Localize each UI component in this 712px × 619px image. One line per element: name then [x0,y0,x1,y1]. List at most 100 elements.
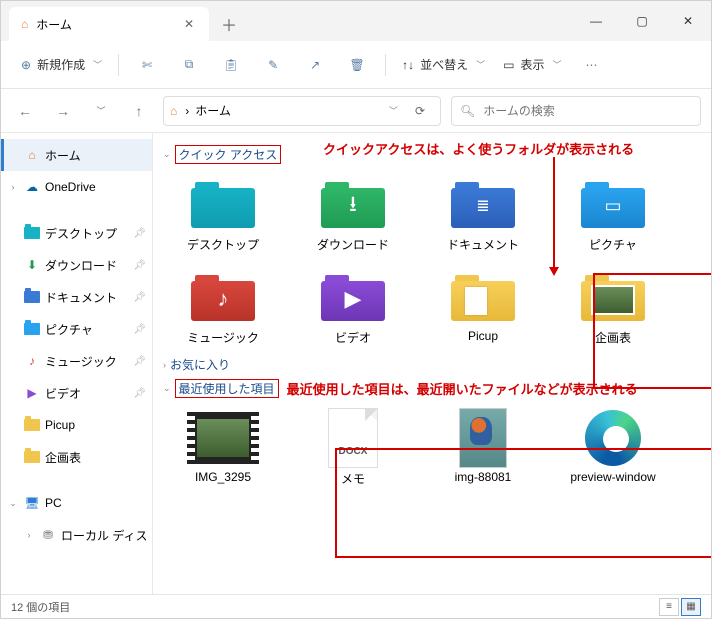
folder-icon [23,320,41,338]
sidebar-item-home[interactable]: ⌂ ホーム [1,139,152,171]
sidebar-item-desktop[interactable]: デスクトップ 📌︎ [1,217,152,249]
sidebar-item-label: Picup [45,418,146,432]
chevron-down-icon: ⌄ [163,383,171,394]
more-button[interactable]: ⋯ [574,49,610,81]
sidebar-item-label: ピクチャ [45,321,129,338]
sidebar-item-pc[interactable]: ⌄ 🖥︎ PC [1,487,152,519]
search-icon: 🔍︎ [460,104,475,118]
section-title: 最近使用した項目 [175,379,279,398]
folder-music[interactable]: ♪ ミュージック [163,263,283,352]
icons-view-button[interactable]: ▦ [681,598,701,616]
cut-button[interactable]: ✄ [129,49,165,81]
refresh-button[interactable]: ⟳ [406,104,434,118]
file-memo[interactable]: DOCX メモ [293,404,413,493]
sort-button[interactable]: ↑↓ 並べ替え ﹀ [396,49,491,81]
chevron-down-icon[interactable]: ﹀ [87,97,115,125]
breadcrumb-sep: › [185,104,189,118]
folder-icon [23,448,41,466]
annotation-arrow-head [549,267,559,276]
copy-button[interactable]: ⧉ [171,49,207,81]
sidebar-item-label: ローカル ディスク [61,527,146,544]
chevron-down-icon: ⌄ [163,149,171,160]
item-label: IMG_3295 [195,470,251,484]
delete-button[interactable]: 🗑︎ [339,49,375,81]
maximize-button[interactable]: ▢ [619,1,665,41]
sidebar-item-label: ホーム [45,147,146,164]
sort-label: 並べ替え [420,56,468,73]
edge-icon [585,410,641,466]
cloud-icon: ☁ [23,178,41,196]
up-button[interactable]: ↑ [125,97,153,125]
folder-downloads[interactable]: ⭳ ダウンロード [293,170,413,259]
tab-home[interactable]: ⌂ ホーム ✕ [9,7,209,41]
sidebar-item-label: ビデオ [45,385,129,402]
sidebar-item-label: OneDrive [45,180,146,194]
search-input[interactable] [483,104,692,118]
back-button[interactable]: ← [11,97,39,125]
document-icon: ≣ [476,196,489,216]
quick-access-grid: デスクトップ ⭳ ダウンロード ≣ ドキュメント ▭ ピクチャ ♪ ミュージック [163,170,701,352]
music-icon: ♪ [23,352,41,370]
sidebar-item-videos[interactable]: ▶ ビデオ 📌︎ [1,377,152,409]
rename-icon: ✎ [268,58,278,72]
view-button[interactable]: ▭ 表示 ﹀ [497,49,567,81]
sidebar-item-localdisk[interactable]: › ⛃ ローカル ディスク [1,519,152,551]
sidebar-item-documents[interactable]: ドキュメント 📌︎ [1,281,152,313]
annotation-arrow-line [553,157,555,269]
sidebar-item-music[interactable]: ♪ ミュージック 📌︎ [1,345,152,377]
video-thumb-icon [187,412,259,464]
folder-icon [23,416,41,434]
close-button[interactable]: ✕ [665,1,711,41]
minimize-button[interactable]: — [573,1,619,41]
breadcrumb-home[interactable]: ホーム [195,102,231,119]
disk-icon: ⛃ [39,526,57,544]
file-preview-window[interactable]: preview-window [553,404,673,493]
close-tab-icon[interactable]: ✕ [181,16,197,32]
new-button[interactable]: ⊕ 新規作成 ﹀ [15,49,108,81]
item-label: 企画表 [595,329,631,346]
file-img-3295[interactable]: IMG_3295 [163,404,283,493]
sidebar-item-downloads[interactable]: ⬇ ダウンロード 📌︎ [1,249,152,281]
chevron-right-icon: › [23,530,35,540]
sidebar-item-picup[interactable]: Picup [1,409,152,441]
trash-icon: 🗑︎ [349,58,364,72]
rename-button[interactable]: ✎ [255,49,291,81]
file-img-88081[interactable]: img-88081 [423,404,543,493]
folder-videos[interactable]: ▶ ビデオ [293,263,413,352]
chevron-down-icon: ﹀ [476,58,485,71]
recent-grid: IMG_3295 DOCX メモ img-88081 preview-windo… [163,404,701,493]
sidebar-item-onedrive[interactable]: › ☁ OneDrive [1,171,152,203]
item-label: Picup [468,329,498,343]
chevron-down-icon: ⌄ [7,498,19,509]
chevron-right-icon: › [7,182,19,192]
details-view-button[interactable]: ≡ [659,598,679,616]
sidebar-item-kikaku[interactable]: 企画表 [1,441,152,473]
folder-pictures[interactable]: ▭ ピクチャ [553,170,673,259]
folder-picup[interactable]: Picup [423,263,543,352]
sidebar: ⌂ ホーム › ☁ OneDrive デスクトップ 📌︎ ⬇ ダウンロード 📌︎ [1,133,153,594]
view-label: 表示 [520,56,544,73]
folder-desktop[interactable]: デスクトップ [163,170,283,259]
folder-icon [23,288,41,306]
share-button[interactable]: ↗ [297,49,333,81]
paste-button[interactable]: 📋︎ [213,49,249,81]
address-bar[interactable]: ⌂ › ホーム ﹀ ⟳ [163,96,441,126]
explorer-window: ⌂ ホーム ✕ ＋ — ▢ ✕ ⊕ 新規作成 ﹀ ✄ ⧉ 📋︎ ✎ ↗ 🗑︎ ↑… [0,0,712,619]
section-favorites[interactable]: › お気に入り [163,356,701,373]
new-tab-button[interactable]: ＋ [209,7,249,41]
main-content: クイックアクセスは、よく使うフォルダが表示される ⌄ クイック アクセス デスク… [153,133,711,594]
item-label: デスクトップ [187,236,259,253]
folder-kikaku[interactable]: 企画表 [553,263,673,352]
sidebar-item-pictures[interactable]: ピクチャ 📌︎ [1,313,152,345]
plus-circle-icon: ⊕ [21,58,31,72]
tab-title: ホーム [36,16,173,33]
chevron-down-icon[interactable]: ﹀ [389,104,398,117]
section-title: お気に入り [170,356,230,373]
section-recent[interactable]: ⌄ 最近使用した項目 最近使用した項目は、最近開いたファイルなどが表示される [163,379,701,398]
search-box[interactable]: 🔍︎ [451,96,701,126]
folder-documents[interactable]: ≣ ドキュメント [423,170,543,259]
item-label: ダウンロード [317,236,389,253]
body: ⌂ ホーム › ☁ OneDrive デスクトップ 📌︎ ⬇ ダウンロード 📌︎ [1,133,711,594]
view-icon: ▭ [503,58,514,72]
forward-button[interactable]: → [49,97,77,125]
